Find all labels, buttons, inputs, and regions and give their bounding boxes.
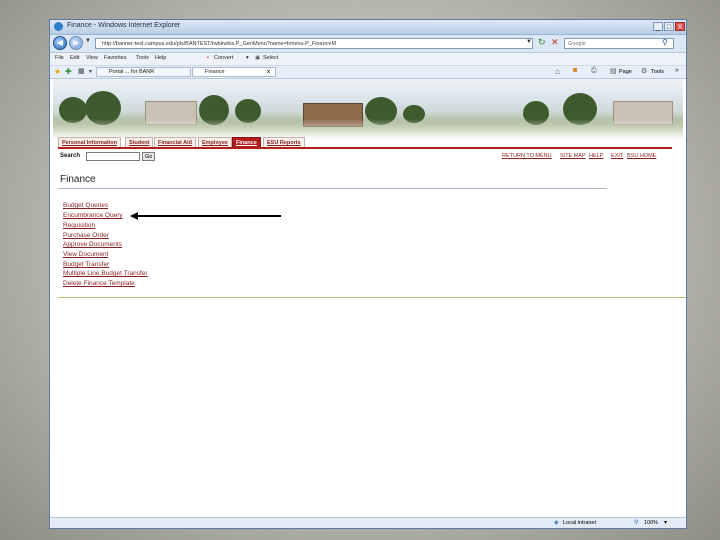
bsu-home-link[interactable]: BSU HOME: [627, 153, 656, 159]
menu-link-encumbrance-query[interactable]: Encumbrance Query: [63, 212, 123, 219]
menu-view[interactable]: View: [86, 55, 98, 61]
return-to-menu-link[interactable]: RETURN TO MENU: [502, 153, 552, 159]
menu-favorites[interactable]: Favorites: [104, 55, 127, 61]
zone-text: Local intranet: [563, 520, 597, 526]
convert-icon: ▪: [207, 55, 209, 61]
tools-icon: ⚙: [641, 68, 648, 75]
menu-link-budget-transfer[interactable]: Budget Transfer: [63, 261, 109, 268]
nav-rule: [58, 147, 672, 149]
menu-tools[interactable]: Tools: [136, 55, 149, 61]
intranet-icon: ◈: [554, 520, 559, 526]
maximize-button[interactable]: □: [664, 22, 674, 31]
search-icon[interactable]: ⚲: [662, 38, 668, 47]
help-link[interactable]: HELP: [589, 153, 603, 159]
menu-link-approve-documents[interactable]: Approve Documents: [63, 241, 122, 248]
toolbar-overflow-icon[interactable]: »: [675, 67, 679, 74]
stop-icon[interactable]: ✕: [551, 37, 559, 48]
tab-finance[interactable]: Finance: [232, 137, 261, 147]
site-map-link[interactable]: SITE MAP: [560, 153, 586, 159]
menu-help[interactable]: Help: [155, 55, 166, 61]
menu-link-view-document[interactable]: View Document: [63, 251, 108, 258]
title-rule: [58, 188, 607, 189]
browser-tab-label: Portal ... for BANR: [109, 69, 155, 75]
convert-button[interactable]: Convert: [214, 55, 233, 61]
address-row: ◀ ▶ ▼ http://banner-test.campus.edu/pls/…: [50, 35, 686, 53]
address-dropdown-icon[interactable]: ▼: [526, 39, 532, 45]
exit-link[interactable]: EXIT: [611, 153, 623, 159]
print-icon[interactable]: ⎙: [591, 67, 597, 75]
page-title: Finance: [60, 174, 96, 185]
browser-tab-portal[interactable]: Portal ... for BANR: [96, 67, 191, 77]
menu-link-budget-queries[interactable]: Budget Queries: [63, 202, 108, 209]
tab-financial-aid[interactable]: Financial Aid: [154, 137, 197, 147]
footer-rule: [58, 297, 686, 298]
browser-window: Finance - Windows Internet Explorer _ □ …: [49, 19, 687, 529]
menu-link-requisition[interactable]: Requisition: [63, 222, 95, 229]
select-button[interactable]: Select: [263, 55, 278, 61]
menu-link-multiple-line-budget-transfer[interactable]: Multiple Line Budget Transfer: [63, 270, 148, 277]
menu-edit[interactable]: Edit: [70, 55, 79, 61]
search-placeholder: Google: [568, 41, 586, 47]
history-dropdown-icon[interactable]: ▼: [85, 38, 91, 44]
refresh-icon[interactable]: ↻: [538, 37, 546, 48]
title-bar: Finance - Windows Internet Explorer _ □ …: [50, 20, 686, 35]
tab-employee[interactable]: Employee: [198, 137, 232, 147]
zoom-level[interactable]: 100%: [644, 520, 658, 526]
address-bar[interactable]: http://banner-test.campus.edu/pls/BANTES…: [95, 38, 533, 49]
select-icon: ▣: [255, 55, 261, 61]
feeds-icon[interactable]: ◙: [573, 67, 577, 74]
browser-tab-row: ★ ✚ ▦ ▾ Portal ... for BANR Finance x ⌂ …: [50, 66, 686, 79]
site-search-input[interactable]: [86, 152, 140, 161]
page-menu[interactable]: Page: [619, 69, 632, 75]
tab-list-icon[interactable]: ▦: [78, 67, 85, 75]
back-button[interactable]: ◀: [53, 36, 67, 50]
zoom-icon: ⚲: [634, 520, 639, 526]
search-label: Search: [60, 153, 81, 159]
pointer-arrow: [130, 212, 281, 220]
favorites-star-icon[interactable]: ★: [54, 67, 61, 76]
window-title: Finance - Windows Internet Explorer: [67, 22, 181, 29]
campus-banner-image: [53, 79, 683, 139]
tab-esu-reports[interactable]: ESU Reports: [263, 137, 305, 147]
tools-menu[interactable]: Tools: [651, 69, 664, 75]
menu-link-purchase-order[interactable]: Purchase Order: [63, 232, 109, 239]
home-icon[interactable]: ⌂: [555, 67, 560, 76]
forward-button[interactable]: ▶: [69, 36, 83, 50]
go-button[interactable]: Go: [142, 152, 156, 161]
close-window-button[interactable]: X: [675, 22, 685, 31]
page-icon: ▤: [610, 68, 617, 75]
ie-icon: [54, 22, 63, 31]
minimize-button[interactable]: _: [653, 22, 663, 31]
menu-bar: File Edit View Favorites Tools Help ▪ Co…: [50, 53, 686, 66]
status-bar: ◈ Local intranet ⚲ 100% ▾: [50, 517, 686, 528]
menu-link-delete-finance-template[interactable]: Delete Finance Template: [63, 280, 135, 287]
tab-student[interactable]: Student: [125, 137, 154, 147]
add-favorite-icon[interactable]: ✚: [65, 67, 72, 76]
search-box[interactable]: Google: [564, 38, 674, 49]
tab-list-dropdown-icon[interactable]: ▾: [89, 68, 92, 75]
zoom-dropdown-icon[interactable]: ▾: [664, 519, 667, 526]
address-text: http://banner-test.campus.edu/pls/BANTES…: [102, 41, 337, 47]
menu-file[interactable]: File: [55, 55, 64, 61]
browser-tab-label: Finance: [205, 69, 225, 75]
browser-tab-finance[interactable]: Finance x: [192, 67, 276, 77]
tab-personal-information[interactable]: Personal Information: [58, 137, 122, 147]
convert-dropdown-icon[interactable]: ▾: [246, 55, 249, 61]
tab-close-icon[interactable]: x: [267, 68, 270, 77]
